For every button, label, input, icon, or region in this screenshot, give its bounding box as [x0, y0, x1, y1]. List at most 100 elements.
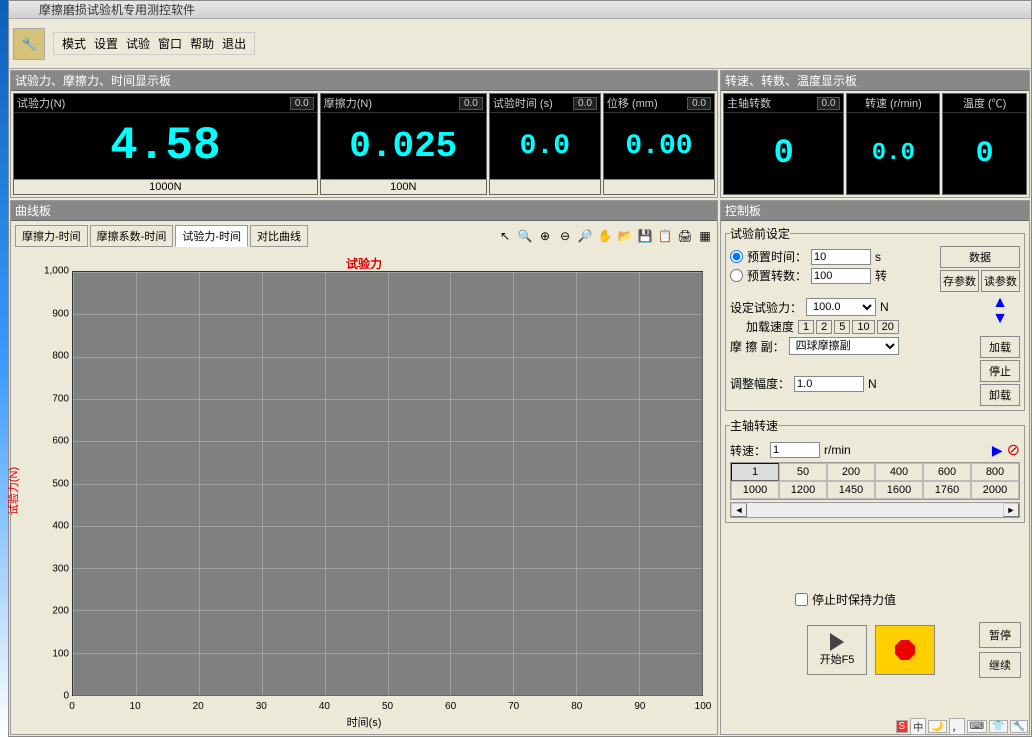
readout-friction: 摩擦力(N)0.0 0.025 100N — [320, 93, 487, 195]
speed-preset-800[interactable]: 800 — [971, 463, 1019, 481]
tray-icon[interactable]: S — [896, 720, 909, 733]
start-button[interactable]: 开始F5 — [807, 625, 867, 675]
tab-friction-time[interactable]: 摩擦力-时间 — [15, 225, 88, 247]
zoom-reset-icon[interactable]: 🔎 — [577, 228, 593, 244]
menu-mode[interactable]: 模式 — [62, 35, 86, 52]
read-params-button[interactable]: 读参数 — [981, 270, 1020, 292]
data-button[interactable]: 数据 — [940, 246, 1020, 268]
disp-zero[interactable]: 0.0 — [687, 97, 711, 110]
tray-icon[interactable]: 中 — [910, 718, 926, 735]
time-value: 0.0 — [490, 113, 600, 179]
load-speed-2[interactable]: 2 — [816, 320, 832, 334]
load-speed-1[interactable]: 1 — [798, 320, 814, 334]
menu-exit[interactable]: 退出 — [222, 35, 246, 52]
load-speed-5[interactable]: 5 — [834, 320, 850, 334]
speed-preset-200[interactable]: 200 — [827, 463, 875, 481]
scroll-track[interactable] — [747, 503, 1003, 517]
load-speed-label: 加载速度 — [746, 318, 794, 335]
play-icon — [830, 633, 844, 651]
tray-icon[interactable]: 🌙 — [928, 720, 946, 733]
force-zero[interactable]: 0.0 — [290, 97, 314, 110]
y-tick: 600 — [35, 436, 69, 447]
save-icon[interactable]: 💾 — [637, 228, 653, 244]
scroll-left-icon[interactable]: ◄ — [731, 503, 747, 517]
continue-button[interactable]: 继续 — [979, 652, 1021, 678]
load-speed-20[interactable]: 20 — [877, 320, 899, 334]
speed-preset-400[interactable]: 400 — [875, 463, 923, 481]
zoom-plus-icon[interactable]: ⊕ — [537, 228, 553, 244]
pan-icon[interactable]: ✋ — [597, 228, 613, 244]
speed-preset-1760[interactable]: 1760 — [923, 481, 971, 499]
speed-preset-1[interactable]: 1 — [731, 463, 779, 481]
y-tick: 0 — [35, 691, 69, 702]
friction-pair-select[interactable]: 四球摩擦副 — [789, 337, 899, 355]
speed-preset-2000[interactable]: 2000 — [971, 481, 1019, 499]
friction-zero[interactable]: 0.0 — [459, 97, 483, 110]
display-right-panel: 转速、转数、温度显示板 主轴转数0.0 0 转速 (r/min) 0.0 温度 … — [720, 70, 1030, 198]
speed-preset-1200[interactable]: 1200 — [779, 481, 827, 499]
load-button[interactable]: 加载 — [980, 336, 1020, 358]
rpm-stop-icon[interactable]: ⊘ — [1007, 440, 1020, 460]
pointer-icon[interactable]: ↖ — [497, 228, 513, 244]
plot-area[interactable] — [72, 271, 703, 696]
speed-preset-1600[interactable]: 1600 — [875, 481, 923, 499]
tab-coeff-time[interactable]: 摩擦系数-时间 — [90, 225, 174, 247]
time-zero[interactable]: 0.0 — [573, 97, 597, 110]
zoom-in-icon[interactable]: 🔍 — [517, 228, 533, 244]
spindle-zero[interactable]: 0.0 — [817, 97, 841, 110]
menu-settings[interactable]: 设置 — [94, 35, 118, 52]
y-tick: 700 — [35, 393, 69, 404]
x-tick: 70 — [508, 701, 519, 712]
speed-preset-1000[interactable]: 1000 — [731, 481, 779, 499]
print-icon[interactable]: 🖨 — [677, 228, 693, 244]
pause-button[interactable]: 暂停 — [979, 622, 1021, 648]
stop-load-button[interactable]: 停止 — [980, 360, 1020, 382]
export-icon[interactable]: 📋 — [657, 228, 673, 244]
tab-compare[interactable]: 对比曲线 — [250, 225, 308, 247]
preset-time-radio[interactable] — [730, 250, 743, 263]
time-sub — [490, 179, 600, 194]
menu-items: 模式 设置 试验 窗口 帮助 退出 — [53, 32, 255, 55]
preset-time-label: 预置时间： — [747, 248, 807, 265]
x-tick: 50 — [382, 701, 393, 712]
load-speed-10[interactable]: 10 — [852, 320, 874, 334]
zoom-minus-icon[interactable]: ⊖ — [557, 228, 573, 244]
tray-icon[interactable]: ⌨ — [967, 720, 987, 733]
rpm-input[interactable] — [770, 442, 820, 458]
preset-rev-input[interactable] — [811, 268, 871, 284]
menu-test[interactable]: 试验 — [126, 35, 150, 52]
menu-window[interactable]: 窗口 — [158, 35, 182, 52]
tab-force-time[interactable]: 试验力-时间 — [175, 225, 248, 247]
friction-range: 100N — [321, 179, 486, 194]
save-params-button[interactable]: 存参数 — [940, 270, 979, 292]
speed-preset-50[interactable]: 50 — [779, 463, 827, 481]
rpm-play-icon[interactable]: ▶ — [992, 442, 1003, 459]
taskbar-tray: S 中 🌙 ， ⌨ 👕 🔧 — [896, 718, 1028, 735]
temp-label: 温度 (℃) — [963, 95, 1006, 111]
menu-help[interactable]: 帮助 — [190, 35, 214, 52]
tray-icon[interactable]: ， — [949, 718, 965, 735]
spindle-fieldset: 主轴转速 转速： r/min ▶ ⊘ 150200400600800100012… — [725, 417, 1025, 523]
speed-preset-grid: 150200400600800 100012001450160017602000 — [730, 462, 1020, 500]
adjust-amp-input[interactable] — [794, 376, 864, 392]
preset-time-input[interactable] — [811, 249, 871, 265]
set-force-label: 设定试验力： — [730, 299, 802, 316]
open-icon[interactable]: 📂 — [617, 228, 633, 244]
hold-force-checkbox[interactable] — [795, 593, 808, 606]
speed-scrollbar[interactable]: ◄ ► — [730, 502, 1020, 518]
chart-title: 试验力 — [346, 255, 382, 272]
tray-icon[interactable]: 🔧 — [1010, 720, 1028, 733]
grid-icon[interactable]: ▦ — [697, 228, 713, 244]
stop-button[interactable] — [875, 625, 935, 675]
force-up-icon[interactable]: ▲ — [992, 296, 1008, 310]
set-force-select[interactable]: 100.0 — [806, 298, 876, 316]
preset-rev-radio[interactable] — [730, 269, 743, 282]
scroll-right-icon[interactable]: ► — [1003, 503, 1019, 517]
time-label: 试验时间 (s) — [493, 95, 553, 111]
unload-button[interactable]: 卸载 — [980, 384, 1020, 406]
speed-preset-600[interactable]: 600 — [923, 463, 971, 481]
speed-preset-1450[interactable]: 1450 — [827, 481, 875, 499]
tray-icon[interactable]: 👕 — [989, 720, 1007, 733]
chart-toolbar: ↖ 🔍 ⊕ ⊖ 🔎 ✋ 📂 💾 📋 🖨 ▦ — [497, 228, 713, 244]
force-down-icon[interactable]: ▼ — [992, 312, 1008, 326]
